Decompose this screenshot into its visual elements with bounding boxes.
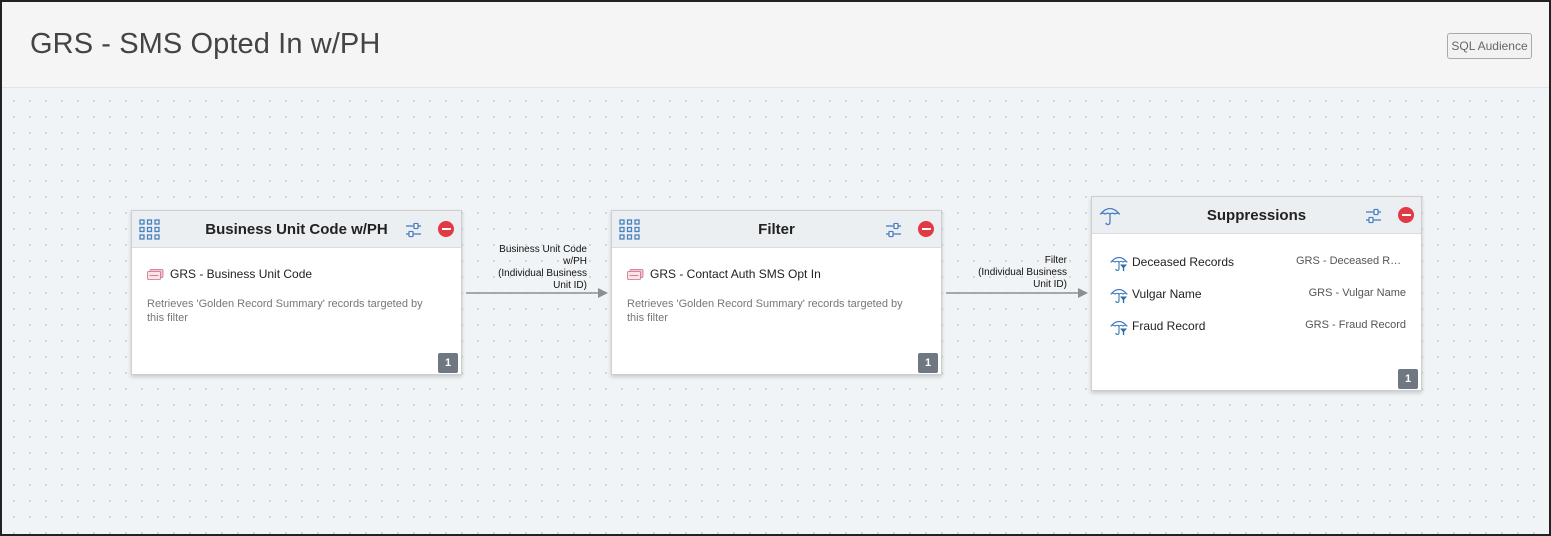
connector-label-line: Unit ID) bbox=[1033, 279, 1067, 290]
suppression-item-source: GRS - Deceased Records bbox=[1296, 255, 1406, 267]
suppression-item-name: Fraud Record bbox=[1132, 319, 1206, 333]
remove-icon[interactable] bbox=[918, 221, 934, 237]
connector-label-line: Unit ID) bbox=[553, 280, 587, 291]
suppression-item-name: Vulgar Name bbox=[1132, 287, 1202, 301]
connector-label: Business Unit Code w/PH (Individual Busi… bbox=[472, 244, 587, 292]
node-record[interactable]: GRS - Business Unit Code bbox=[147, 267, 312, 281]
node-record-label: GRS - Contact Auth SMS Opt In bbox=[650, 267, 821, 281]
suppression-item[interactable]: Fraud Record GRS - Fraud Record bbox=[1110, 316, 1410, 336]
umbrella-filter-icon bbox=[1110, 256, 1128, 272]
connector-label-line: Filter bbox=[1044, 255, 1067, 266]
connector-label-line: (Individual Business bbox=[978, 267, 1067, 278]
count-badge: 1 bbox=[918, 353, 938, 373]
node-card-business-unit-code[interactable]: Business Unit Code w/PH GRS - Business U… bbox=[131, 210, 462, 375]
sliders-icon[interactable] bbox=[885, 222, 902, 238]
record-card-icon bbox=[627, 269, 644, 281]
umbrella-filter-icon bbox=[1110, 320, 1128, 336]
remove-icon[interactable] bbox=[438, 221, 454, 237]
node-record-label: GRS - Business Unit Code bbox=[170, 267, 313, 281]
journey-canvas[interactable]: Business Unit Code w/PH GRS - Business U… bbox=[2, 89, 1549, 534]
suppression-item-source: GRS - Fraud Record bbox=[1305, 319, 1406, 331]
connector-label: Filter (Individual Business Unit ID) bbox=[952, 255, 1067, 291]
node-header: Business Unit Code w/PH bbox=[132, 211, 461, 248]
node-description: Retrieves 'Golden Record Summary' record… bbox=[147, 298, 423, 324]
record-card-icon bbox=[147, 269, 164, 281]
suppression-item-name: Deceased Records bbox=[1132, 255, 1235, 269]
page-title: GRS - SMS Opted In w/PH bbox=[30, 28, 381, 60]
umbrella-filter-icon bbox=[1110, 288, 1128, 304]
node-card-filter[interactable]: Filter GRS - Contact Auth SMS Opt In Ret… bbox=[611, 210, 942, 375]
suppression-item[interactable]: Deceased Records GRS - Deceased Records bbox=[1110, 252, 1410, 272]
node-card-suppressions[interactable]: Suppressions Deceased Records GRS - Dece… bbox=[1091, 196, 1422, 391]
sql-audience-button[interactable]: SQL Audience bbox=[1447, 33, 1532, 59]
connector-label-line: w/PH bbox=[563, 256, 587, 267]
connector-label-line: Business Unit Code bbox=[499, 244, 587, 255]
count-badge: 1 bbox=[438, 353, 458, 373]
node-description: Retrieves 'Golden Record Summary' record… bbox=[627, 298, 903, 324]
connector-label-line: (Individual Business bbox=[498, 268, 587, 279]
remove-icon[interactable] bbox=[1398, 207, 1414, 223]
node-header: Suppressions bbox=[1092, 197, 1421, 234]
node-header: Filter bbox=[612, 211, 941, 248]
suppression-item[interactable]: Vulgar Name GRS - Vulgar Name bbox=[1110, 284, 1410, 304]
sliders-icon[interactable] bbox=[1365, 208, 1382, 224]
app-window: GRS - SMS Opted In w/PH SQL Audience Bus… bbox=[0, 0, 1551, 536]
count-badge: 1 bbox=[1398, 369, 1418, 389]
sliders-icon[interactable] bbox=[405, 222, 422, 238]
suppression-item-source: GRS - Vulgar Name bbox=[1308, 287, 1406, 299]
node-record[interactable]: GRS - Contact Auth SMS Opt In bbox=[627, 267, 821, 281]
page-header: GRS - SMS Opted In w/PH SQL Audience bbox=[2, 2, 1549, 88]
